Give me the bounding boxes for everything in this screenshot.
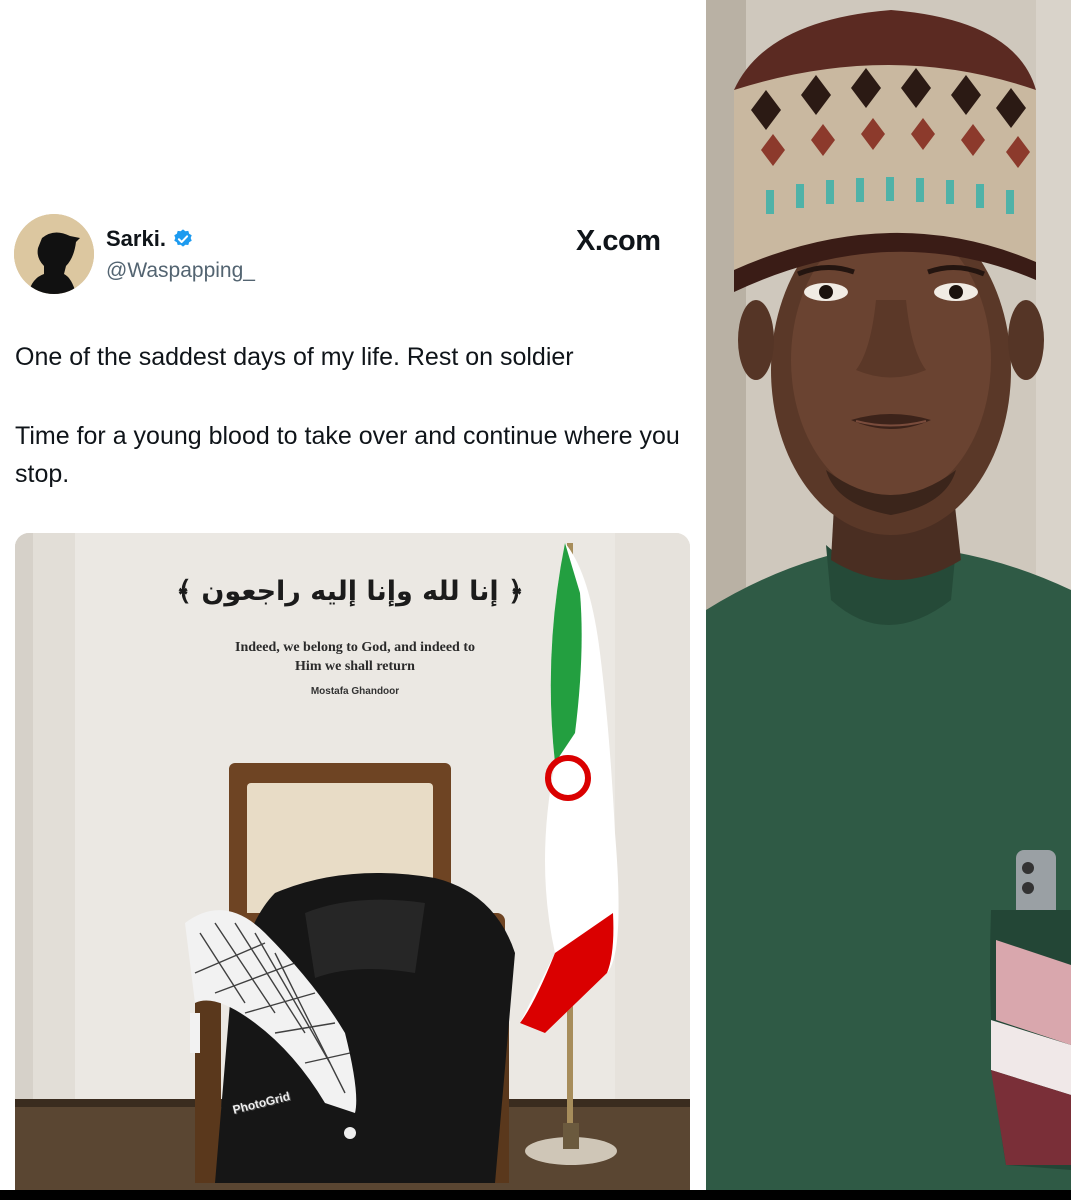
tweet-screenshot-panel: Sarki. @Waspapping_ X.com One of the sad… [0, 0, 700, 1200]
memorial-scene [15, 533, 690, 1190]
quote-translation-line-1: Indeed, we belong to God, and indeed to [235, 640, 475, 655]
author-name-row[interactable]: Sarki. [106, 226, 194, 252]
tweet-paragraph-1: One of the saddest days of my life. Rest… [15, 343, 574, 371]
portrait-photo[interactable] [706, 0, 1071, 1200]
quote-translation: Indeed, we belong to God, and indeed to … [190, 638, 520, 676]
bottom-edge [0, 1190, 1071, 1200]
tweet-paragraph-2: Time for a young blood to take over and … [15, 422, 680, 488]
author-handle[interactable]: @Waspapping_ [106, 259, 255, 283]
arabic-quote: ﴿ إنا لله وإنا إليه راجعون ﴾ [176, 576, 524, 607]
silhouette-avatar-icon [14, 214, 94, 294]
tweet-media-image[interactable] [15, 533, 690, 1190]
brand-logo: X.com [576, 225, 661, 257]
avatar[interactable] [14, 214, 94, 294]
portrait-image [706, 0, 1071, 1200]
verified-check-icon [174, 229, 192, 247]
author-name[interactable]: Sarki. [106, 226, 166, 252]
quote-author: Mostafa Ghandoor [310, 686, 400, 697]
quote-translation-line-2: Him we shall return [295, 659, 415, 674]
